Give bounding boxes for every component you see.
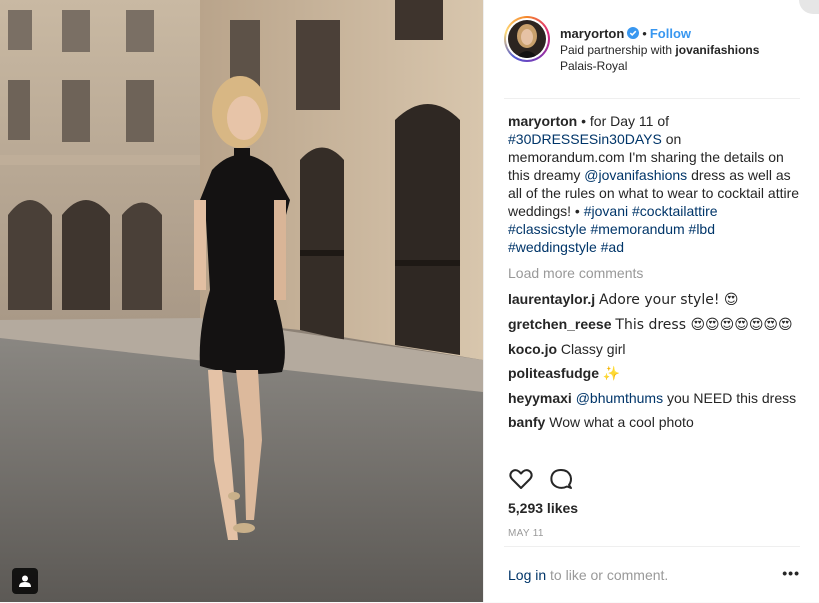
hashtag-link[interactable]: #jovani bbox=[584, 203, 628, 219]
comment-icon bbox=[550, 469, 572, 489]
comment: banfy Wow what a cool photo bbox=[508, 413, 800, 431]
post-actions bbox=[508, 466, 800, 496]
post-photo[interactable] bbox=[0, 0, 483, 602]
location-link[interactable]: Palais-Royal bbox=[560, 58, 759, 74]
user-tag-icon bbox=[19, 575, 31, 587]
hashtag-link[interactable]: #cocktailattire bbox=[632, 203, 718, 219]
comment-username[interactable]: koco.jo bbox=[508, 341, 557, 357]
hashtag-link[interactable]: #classicstyle bbox=[508, 221, 587, 237]
mention-link[interactable]: @bhumthums bbox=[576, 390, 663, 406]
story-ring[interactable] bbox=[504, 16, 550, 62]
load-more-comments-button[interactable]: Load more comments bbox=[508, 264, 800, 282]
post-caption: maryorton • for Day 11 of #30DRESSESin30… bbox=[508, 113, 800, 255]
hashtag-link[interactable]: #weddingstyle bbox=[508, 239, 597, 255]
comment-username[interactable]: banfy bbox=[508, 414, 545, 430]
comment-username[interactable]: laurentaylor.j bbox=[508, 291, 595, 307]
paid-partnership: Paid partnership with jovanifashions bbox=[560, 43, 760, 57]
comment-text: Adore your style! 😍 bbox=[599, 292, 739, 308]
login-link[interactable]: Log in bbox=[508, 567, 546, 583]
comment-text: This dress 😍😍😍😍😍😍😍 bbox=[615, 317, 793, 333]
instagram-post-modal: maryorton • Follow Paid partnership with j… bbox=[0, 0, 819, 602]
sparkles-emoji: ✨ bbox=[602, 366, 621, 382]
comment: heyymaxi @bhumthums you NEED this dress bbox=[508, 389, 800, 407]
hashtag-link[interactable]: #30DRESSESin30DAYS bbox=[508, 131, 662, 147]
comment-text: you NEED this dress bbox=[663, 390, 797, 406]
photo-street-scene bbox=[0, 0, 483, 602]
post-side-panel: maryorton • Follow Paid partnership with j… bbox=[483, 0, 819, 602]
avatar[interactable] bbox=[508, 20, 546, 58]
comment-username[interactable]: politeasfudge bbox=[508, 365, 599, 381]
comment: laurentaylor.j Adore your style! 😍 bbox=[508, 290, 800, 309]
avatar-image bbox=[508, 20, 546, 58]
comments-list[interactable]: maryorton • for Day 11 of #30DRESSESin30… bbox=[508, 112, 800, 457]
header-text: maryorton • Follow Paid partnership with j… bbox=[560, 26, 759, 74]
user-tag-button[interactable] bbox=[12, 568, 38, 594]
comment-text: Wow what a cool photo bbox=[549, 414, 694, 430]
comment-text: Classy girl bbox=[560, 341, 626, 357]
close-corner[interactable] bbox=[799, 0, 819, 14]
comment: koco.jo Classy girl bbox=[508, 340, 800, 358]
username-link[interactable]: maryorton bbox=[560, 26, 624, 41]
hashtag-link[interactable]: #memorandum bbox=[590, 221, 684, 237]
separator-dot: • bbox=[642, 26, 647, 41]
heart-icon bbox=[509, 469, 533, 489]
like-button[interactable] bbox=[508, 466, 534, 492]
post-date[interactable]: MAY 11 bbox=[508, 528, 544, 539]
comment-username[interactable]: heyymaxi bbox=[508, 390, 572, 406]
caption-username[interactable]: maryorton bbox=[508, 113, 577, 129]
likes-count[interactable]: 5,293 likes bbox=[508, 500, 578, 516]
hashtag-link[interactable]: #ad bbox=[601, 239, 624, 255]
post-footer: Log in to like or comment. ••• bbox=[504, 546, 800, 603]
comment-button[interactable] bbox=[548, 466, 574, 492]
partner-link[interactable]: jovanifashions bbox=[675, 43, 759, 57]
comment: gretchen_reese This dress 😍😍😍😍😍😍😍 bbox=[508, 315, 800, 334]
hashtag-link[interactable]: #lbd bbox=[689, 221, 715, 237]
follow-button[interactable]: Follow bbox=[650, 26, 691, 41]
comment-username[interactable]: gretchen_reese bbox=[508, 316, 612, 332]
more-options-button[interactable]: ••• bbox=[782, 565, 800, 581]
verified-badge-icon bbox=[627, 27, 640, 39]
comment: politeasfudge ✨ bbox=[508, 364, 800, 383]
login-prompt: Log in to like or comment. bbox=[508, 567, 669, 583]
post-header: maryorton • Follow Paid partnership with j… bbox=[504, 14, 800, 99]
mention-link[interactable]: @jovanifashions bbox=[584, 167, 687, 183]
